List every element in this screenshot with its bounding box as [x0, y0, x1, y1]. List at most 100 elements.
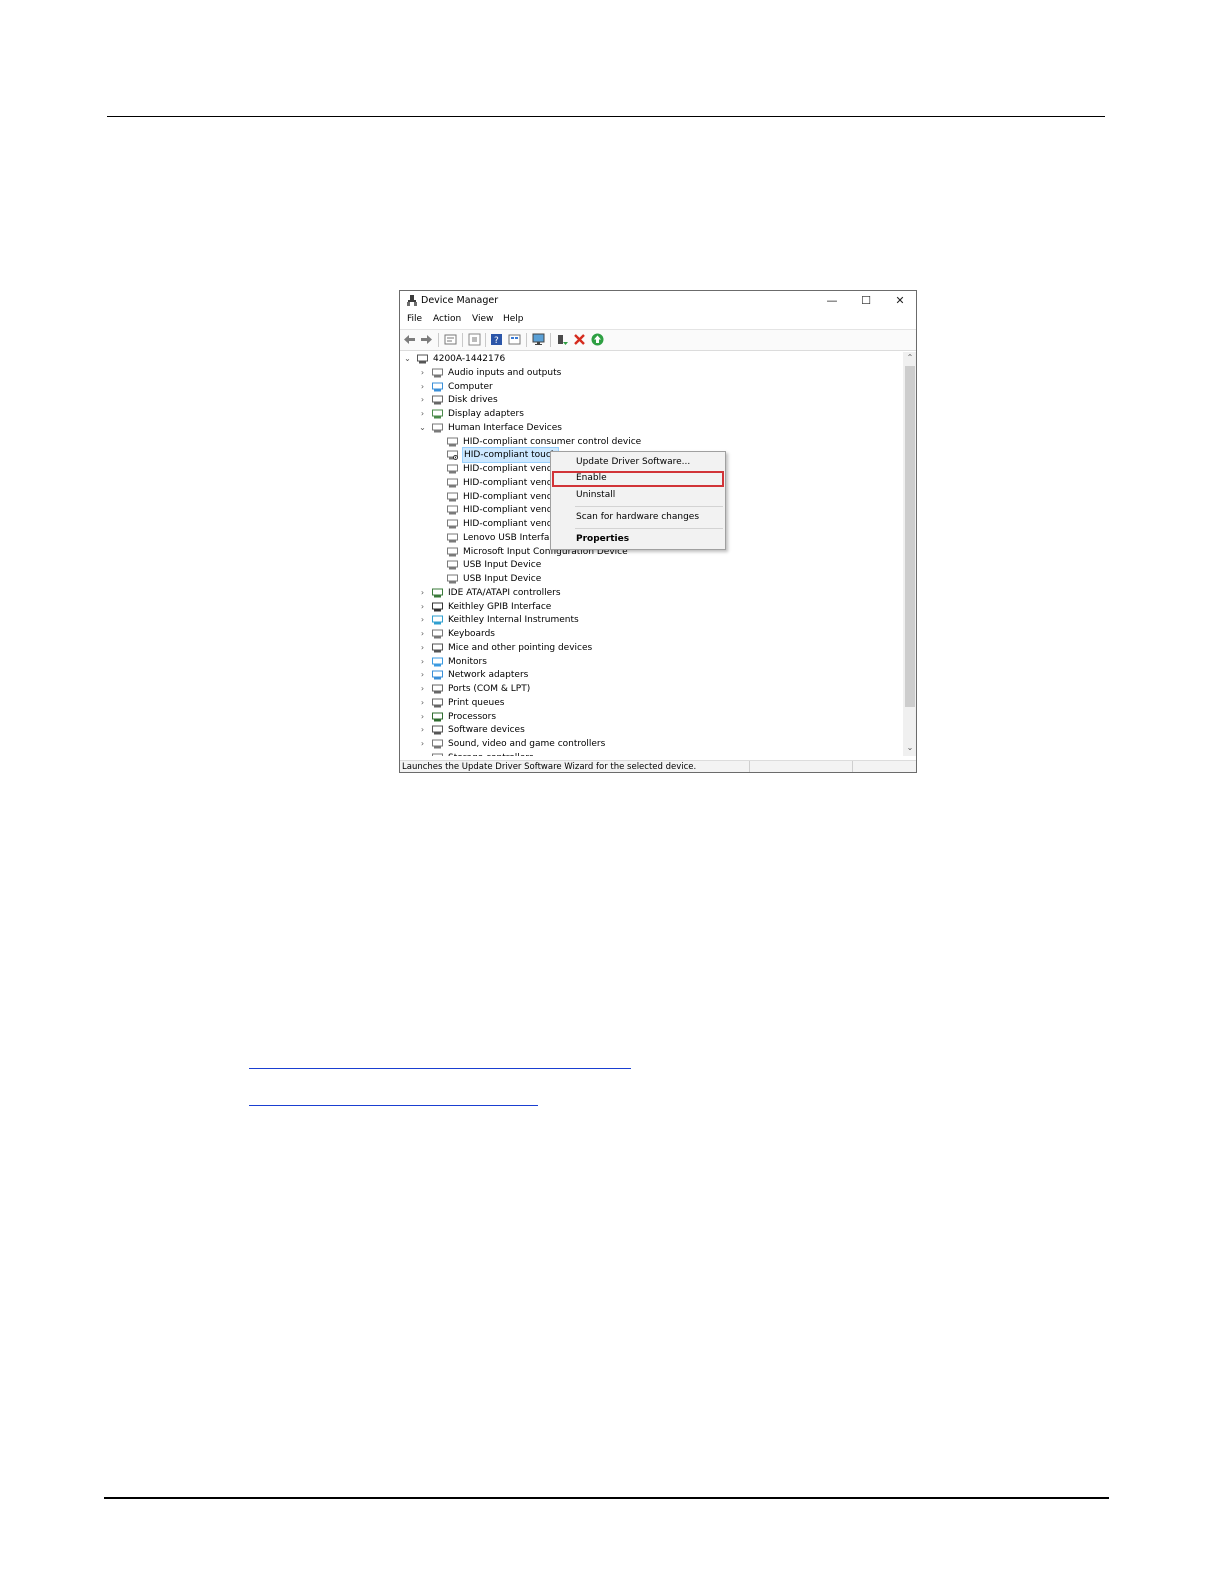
tree-item-label: Keithley GPIB Interface [448, 601, 552, 612]
monitor-icon [432, 657, 443, 666]
ide-icon [432, 588, 443, 598]
scroll-up-icon[interactable]: ⌃ [903, 352, 916, 364]
chevron-down-icon[interactable]: ⌄ [403, 352, 412, 366]
tree-item[interactable]: › Computer [400, 380, 900, 394]
status-text: Launches the Update Driver Software Wiza… [402, 762, 697, 772]
tree-item-label: USB Input Device [463, 560, 542, 571]
tree-item[interactable]: › Keithley Internal Instruments [400, 613, 900, 627]
minimize-button[interactable]: — [815, 291, 849, 311]
tree-item[interactable]: › Ports (COM & LPT) [400, 682, 900, 696]
menu-view[interactable]: View [472, 314, 493, 324]
header-rule [107, 116, 1105, 117]
tree-item[interactable]: › Software devices [400, 723, 900, 737]
menu-action[interactable]: Action [433, 314, 461, 324]
tree-item[interactable]: › IDE ATA/ATAPI controllers [400, 586, 900, 600]
tree-item[interactable]: › Print queues [400, 696, 900, 710]
chevron-right-icon[interactable]: › [418, 641, 427, 655]
tree-item[interactable]: › Processors [400, 710, 900, 724]
tree-item[interactable]: › Keyboards [400, 627, 900, 641]
forward-arrow-icon[interactable] [420, 333, 433, 346]
mouse-icon [432, 643, 443, 653]
hid-icon [447, 437, 458, 446]
tree-item-label: Lenovo USB Interface [463, 532, 560, 543]
tree-item-label: Computer [448, 381, 493, 392]
computer-root-icon [417, 354, 428, 364]
tree-item-label: Ports (COM & LPT) [448, 684, 531, 694]
view-icon[interactable] [508, 333, 521, 346]
chevron-right-icon[interactable]: › [418, 696, 427, 710]
chevron-right-icon[interactable]: › [418, 751, 427, 756]
chevron-right-icon[interactable]: › [418, 613, 427, 627]
maximize-button[interactable]: ☐ [849, 291, 883, 311]
chevron-right-icon[interactable]: › [418, 627, 427, 641]
chevron-right-icon[interactable]: › [418, 393, 427, 407]
tree-item-label: Sound, video and game controllers [448, 739, 606, 749]
menu-item-enable[interactable]: Enable [576, 473, 607, 483]
processor-icon [432, 712, 443, 721]
enable-arrow-icon[interactable] [591, 333, 604, 346]
tree-item[interactable]: › Mice and other pointing devices [400, 641, 900, 655]
chevron-down-icon[interactable]: ⌄ [418, 421, 427, 435]
tree-item[interactable]: HID-compliant consumer control device [400, 435, 900, 449]
chevron-right-icon[interactable]: › [418, 380, 427, 394]
instrument-icon [432, 615, 443, 625]
document-link-underline[interactable] [249, 1105, 538, 1106]
tree-item[interactable]: USB Input Device [400, 558, 900, 572]
toolbar-separator [550, 333, 551, 347]
chevron-right-icon[interactable]: › [418, 586, 427, 600]
tree-item[interactable]: › Storage controllers [400, 751, 900, 756]
device-manager-icon [407, 295, 417, 306]
menu-file[interactable]: File [407, 314, 422, 324]
menu-help[interactable]: Help [503, 314, 524, 324]
hid-icon [432, 423, 443, 433]
computer-icon [432, 382, 443, 391]
chevron-right-icon[interactable]: › [418, 710, 427, 724]
help-icon[interactable]: ? [490, 333, 503, 346]
menu-item-scan[interactable]: Scan for hardware changes [576, 512, 699, 522]
monitor-icon[interactable] [532, 333, 545, 346]
menu-item-update-driver[interactable]: Update Driver Software... [576, 457, 690, 467]
chevron-right-icon[interactable]: › [418, 655, 427, 669]
scroll-down-icon[interactable]: ⌄ [903, 742, 916, 754]
tree-item[interactable]: › Monitors [400, 655, 900, 669]
properties-pane-icon[interactable] [444, 333, 457, 346]
tree-item[interactable]: › Disk drives [400, 393, 900, 407]
device-tree[interactable]: ⌄ 4200A-1442176 › Audio inputs and outputs ›… [400, 352, 903, 756]
chevron-right-icon[interactable]: › [418, 600, 427, 614]
tree-item[interactable]: › Keithley GPIB Interface [400, 600, 900, 614]
tree-item[interactable]: USB Input Device [400, 572, 900, 586]
tree-item[interactable]: › Sound, video and game controllers [400, 737, 900, 751]
title-bar[interactable]: Device Manager — ☐ ✕ [400, 291, 916, 311]
toolbar-separator [462, 333, 463, 347]
toolbar-separator [485, 333, 486, 347]
menu-item-uninstall[interactable]: Uninstall [576, 490, 615, 500]
tree-item[interactable]: › Audio inputs and outputs [400, 366, 900, 380]
software-device-icon [432, 725, 443, 735]
refresh-icon[interactable] [468, 333, 481, 346]
chevron-right-icon[interactable]: › [418, 682, 427, 696]
document-link-underline[interactable] [249, 1068, 631, 1069]
close-button[interactable]: ✕ [883, 291, 916, 311]
back-arrow-icon[interactable] [403, 333, 416, 346]
tree-item-label: Disk drives [448, 395, 498, 406]
tree-item-label: HID-compliant consumer control device [463, 436, 642, 447]
uninstall-x-icon[interactable] [573, 333, 586, 346]
tree-item-label: Monitors [448, 656, 487, 667]
scrollbar-thumb[interactable] [905, 366, 915, 707]
menu-item-properties[interactable]: Properties [576, 534, 629, 544]
update-driver-icon[interactable] [556, 333, 569, 346]
chevron-right-icon[interactable]: › [418, 723, 427, 737]
chevron-right-icon[interactable]: › [418, 737, 427, 751]
port-icon [432, 684, 443, 694]
tree-item[interactable]: › Network adapters [400, 668, 900, 682]
chevron-right-icon[interactable]: › [418, 407, 427, 421]
chevron-right-icon[interactable]: › [418, 366, 427, 380]
vertical-scrollbar[interactable]: ⌃ ⌄ [903, 352, 916, 756]
chevron-right-icon[interactable]: › [418, 668, 427, 682]
tree-item[interactable]: ⌄ 4200A-1442176 [400, 352, 900, 366]
hid-icon [447, 533, 458, 543]
tree-item[interactable]: ⌄ Human Interface Devices [400, 421, 900, 435]
footer-rule [104, 1497, 1109, 1499]
tree-item[interactable]: › Display adapters [400, 407, 900, 421]
hid-icon [447, 560, 458, 570]
